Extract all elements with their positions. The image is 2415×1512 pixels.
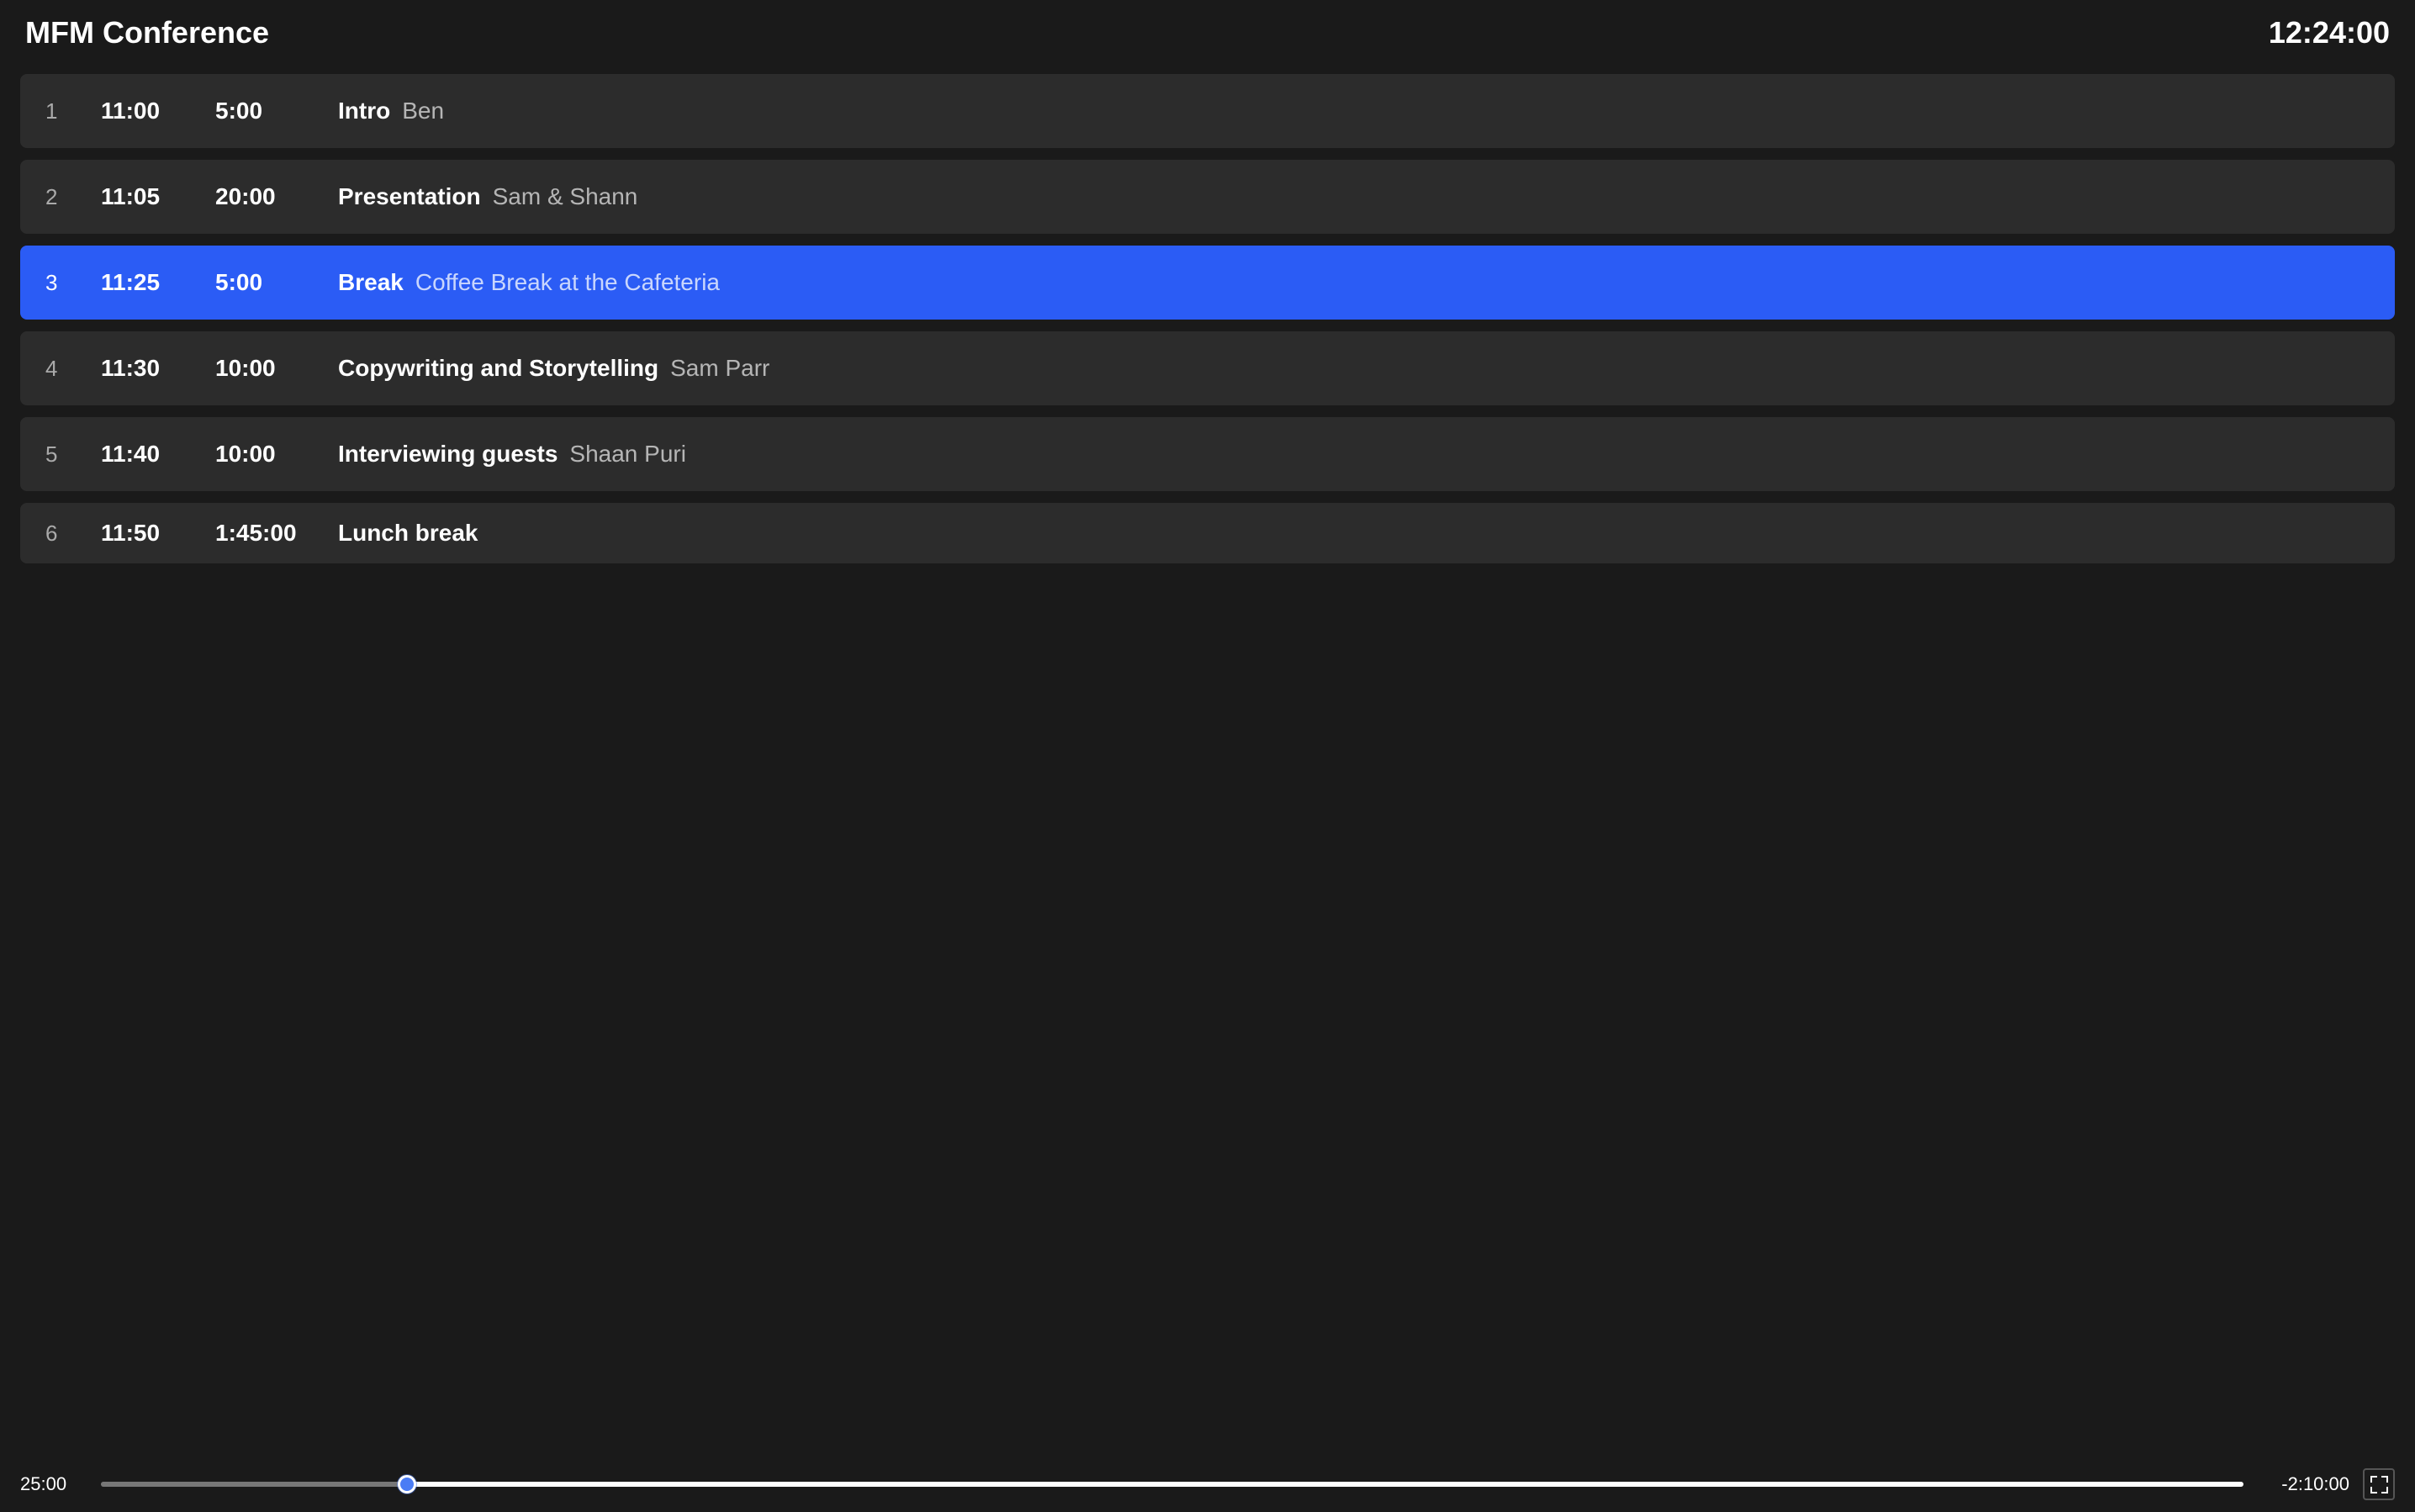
schedule-item[interactable]: 5 11:40 10:00 Interviewing guests Shaan Puri xyxy=(20,417,2395,491)
item-subtitle: Ben xyxy=(402,98,444,124)
schedule-item[interactable]: 2 11:05 20:00 Presentation Sam & Shann xyxy=(20,160,2395,234)
time-elapsed: 25:00 xyxy=(20,1473,87,1495)
item-content: Interviewing guests Shaan Puri xyxy=(338,441,2370,468)
progress-remaining xyxy=(401,1482,2243,1487)
item-title: Break xyxy=(338,269,404,296)
app-title: MFM Conference xyxy=(25,15,269,50)
item-content: Break Coffee Break at the Cafeteria xyxy=(338,269,2370,296)
item-title: Lunch break xyxy=(338,520,478,547)
player-bar: 25:00 -2:10:00 xyxy=(0,1456,2415,1512)
item-number: 5 xyxy=(45,441,71,468)
item-duration: 1:45:00 xyxy=(215,520,308,547)
item-number: 2 xyxy=(45,184,71,210)
item-title: Presentation xyxy=(338,183,481,210)
item-start-time: 11:25 xyxy=(101,269,185,296)
item-title: Interviewing guests xyxy=(338,441,558,468)
clock-display: 12:24:00 xyxy=(2269,15,2390,50)
fullscreen-icon xyxy=(2370,1476,2387,1493)
schedule-list: 1 11:00 5:00 Intro Ben 2 11:05 20:00 Presentatio… xyxy=(0,66,2415,1456)
fullscreen-button[interactable] xyxy=(2363,1468,2395,1500)
item-number: 4 xyxy=(45,356,71,382)
schedule-item[interactable]: 6 11:50 1:45:00 Lunch break xyxy=(20,503,2395,563)
item-duration: 10:00 xyxy=(215,441,308,468)
item-subtitle: Sam Parr xyxy=(670,355,769,382)
item-content: Lunch break xyxy=(338,520,2370,547)
item-number: 3 xyxy=(45,270,71,296)
item-number: 1 xyxy=(45,98,71,124)
header: MFM Conference 12:24:00 xyxy=(0,0,2415,66)
item-content: Presentation Sam & Shann xyxy=(338,183,2370,210)
item-subtitle: Sam & Shann xyxy=(493,183,638,210)
progress-thumb[interactable] xyxy=(398,1475,416,1493)
item-content: Intro Ben xyxy=(338,98,2370,124)
schedule-item[interactable]: 3 11:25 5:00 Break Coffee Break at the Cafet… xyxy=(20,246,2395,320)
item-start-time: 11:50 xyxy=(101,520,185,547)
item-start-time: 11:40 xyxy=(101,441,185,468)
schedule-item[interactable]: 1 11:00 5:00 Intro Ben xyxy=(20,74,2395,148)
item-subtitle: Shaan Puri xyxy=(569,441,686,468)
item-start-time: 11:30 xyxy=(101,355,185,382)
item-duration: 5:00 xyxy=(215,269,308,296)
item-title: Copywriting and Storytelling xyxy=(338,355,658,382)
progress-filled xyxy=(101,1482,401,1487)
item-duration: 5:00 xyxy=(215,98,308,124)
time-remaining: -2:10:00 xyxy=(2257,1473,2349,1495)
item-title: Intro xyxy=(338,98,390,124)
item-number: 6 xyxy=(45,521,71,547)
item-start-time: 11:00 xyxy=(101,98,185,124)
item-start-time: 11:05 xyxy=(101,183,185,210)
item-subtitle: Coffee Break at the Cafeteria xyxy=(415,269,720,296)
progress-track[interactable] xyxy=(101,1482,2243,1487)
item-duration: 20:00 xyxy=(215,183,308,210)
item-content: Copywriting and Storytelling Sam Parr xyxy=(338,355,2370,382)
item-duration: 10:00 xyxy=(215,355,308,382)
schedule-item[interactable]: 4 11:30 10:00 Copywriting and Storytelling S… xyxy=(20,331,2395,405)
